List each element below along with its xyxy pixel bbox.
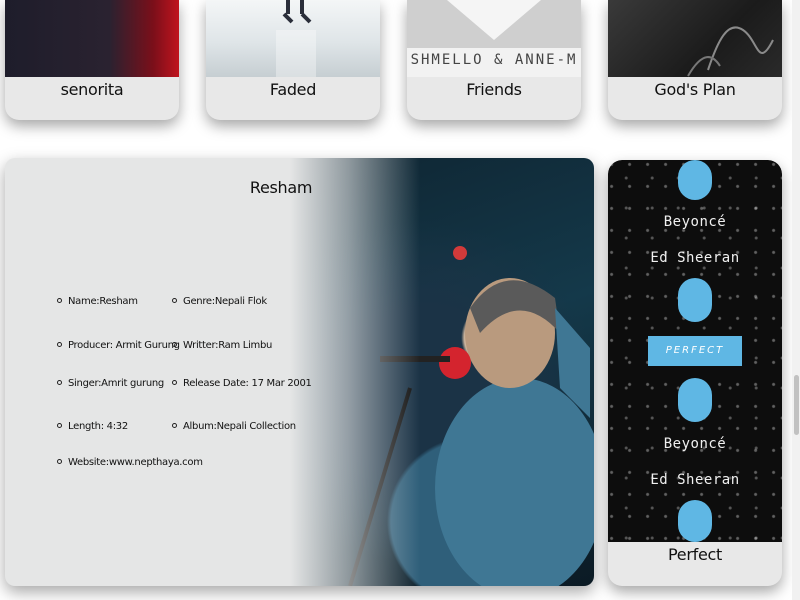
song-card-friends[interactable]: SHMELLO & ANNE-M Friends — [407, 0, 581, 120]
album-art-faded — [206, 0, 380, 77]
song-title: God's Plan — [654, 80, 736, 99]
page-scrollbar[interactable] — [792, 0, 800, 600]
song-card-senorita[interactable]: senorita — [5, 0, 179, 120]
album-art-senorita — [5, 0, 179, 77]
art-line-beyonce: Beyoncé — [663, 214, 727, 230]
art-dot — [678, 160, 712, 200]
photo-fade-overlay — [290, 158, 420, 586]
field-name: Name:Resham — [57, 296, 138, 307]
song-card-perfect[interactable]: Beyoncé Ed Sheeran PERFECT Beyoncé Ed Sh… — [608, 160, 782, 586]
figure-silhouette — [276, 0, 316, 77]
song-title: Friends — [466, 80, 522, 99]
bullet-icon — [57, 341, 62, 347]
song-title: senorita — [60, 80, 124, 99]
bullet-icon — [172, 341, 177, 347]
art-line-beyonce-2: Beyoncé — [663, 436, 727, 452]
art-dot — [678, 500, 712, 542]
bullet-icon — [172, 297, 177, 303]
field-album: Album:Nepali Collection — [172, 421, 296, 432]
song-card-faded[interactable]: Faded — [206, 0, 380, 120]
field-producer: Producer: Armit Gurung — [57, 340, 180, 351]
art-line-ed-sheeran: Ed Sheeran — [650, 250, 740, 266]
song-detail-panel: Resham Name:Resham Genre:Nepali Flok Pro… — [5, 158, 594, 586]
song-title: Perfect — [668, 545, 722, 564]
album-art-scribble — [687, 26, 774, 77]
bullet-icon — [172, 379, 177, 385]
field-length: Length: 4:32 — [57, 421, 128, 432]
field-website: Website:www.nepthaya.com — [57, 457, 203, 468]
field-genre: Genre:Nepali Flok — [172, 296, 267, 307]
art-band: PERFECT — [648, 336, 742, 366]
field-writter: Writter:Ram Limbu — [172, 340, 272, 351]
art-line-ed-sheeran-2: Ed Sheeran — [650, 472, 740, 488]
bullet-icon — [172, 422, 177, 428]
bullet-icon — [57, 297, 62, 303]
song-detail-title: Resham — [249, 178, 313, 197]
bullet-icon — [57, 422, 62, 428]
field-release-date: Release Date: 17 Mar 2001 — [172, 378, 312, 389]
song-title: Faded — [269, 80, 317, 99]
album-art-friends: SHMELLO & ANNE-M — [407, 0, 581, 77]
song-card-gods-plan[interactable]: God's Plan — [608, 0, 782, 120]
art-dot — [678, 278, 712, 322]
art-dot — [678, 378, 712, 422]
album-art-text: SHMELLO & ANNE-M — [410, 52, 578, 68]
scrollbar-thumb[interactable] — [794, 375, 799, 435]
album-art-perfect: Beyoncé Ed Sheeran PERFECT Beyoncé Ed Sh… — [608, 160, 782, 542]
album-art-gods-plan — [608, 0, 782, 77]
bullet-icon — [57, 379, 62, 385]
bullet-icon — [57, 458, 62, 464]
field-singer: Singer:Amrit gurung — [57, 378, 164, 389]
